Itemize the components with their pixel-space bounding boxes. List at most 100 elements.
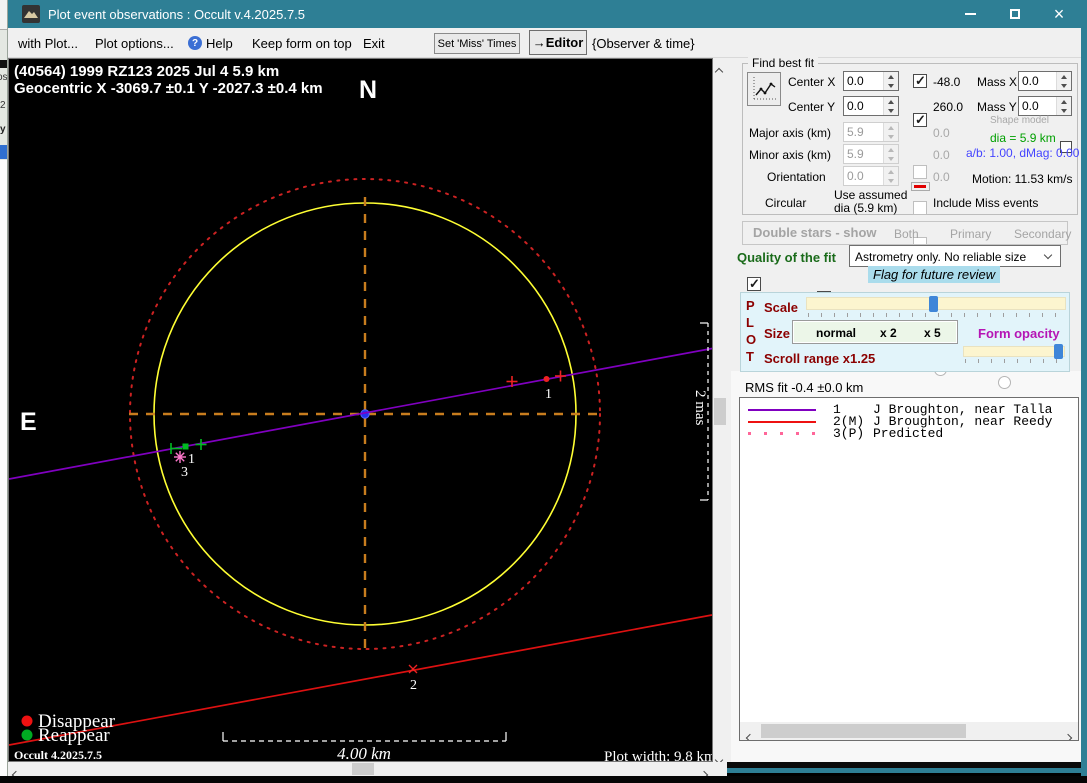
center-y-input[interactable]: 0.0 <box>843 96 899 116</box>
titlebar: Plot event observations : Occult v.4.202… <box>8 0 1087 28</box>
red-line-icon <box>914 185 926 188</box>
spin-up-icon[interactable] <box>1057 72 1071 81</box>
plot-width-label: Plot width: 9.8 km <box>604 749 712 761</box>
close-button[interactable]: × <box>1041 0 1077 28</box>
mas-scale-label: 2 mas <box>692 390 708 426</box>
offset-x-value: -48.0 <box>933 75 960 89</box>
observations-listbox[interactable]: 1 J Broughton, near Talla 2(M) J Brought… <box>739 397 1079 741</box>
horizontal-scroll-thumb[interactable] <box>352 763 374 775</box>
chevron-right-icon <box>1064 734 1072 741</box>
mass-x-input[interactable]: 0.0 <box>1018 71 1072 91</box>
motion-text: Motion: 11.53 km/s <box>972 172 1073 186</box>
circular-checkbox[interactable] <box>747 277 761 291</box>
plot-vertical-scrollbar[interactable] <box>713 58 727 762</box>
flag-review-label: Flag for future review <box>868 266 1000 283</box>
spin-up-icon[interactable] <box>884 72 898 81</box>
offset-y-checkbox[interactable] <box>913 113 927 127</box>
background-window-fragment: y <box>0 124 6 135</box>
spin-down-icon[interactable] <box>1057 106 1071 115</box>
center-x-input[interactable]: 0.0 <box>843 71 899 91</box>
form-opacity-label: Form opacity <box>978 326 1060 341</box>
size-x5-label: x 5 <box>924 326 941 340</box>
form-opacity-slider[interactable] <box>963 346 1065 357</box>
disappear-legend-dot <box>22 716 33 727</box>
size-normal-label: normal <box>816 326 856 340</box>
plot-title-line1: (40564) 1999 RZ123 2025 Jul 4 5.9 km <box>14 63 279 80</box>
background-window-fragment <box>0 145 8 159</box>
scroll-range-label: Scroll range x1.25 <box>764 351 875 366</box>
menu-keep-form-on-top[interactable]: Keep form on top <box>252 36 352 51</box>
plot-vertical-label: PLOT <box>746 297 757 365</box>
window-right-border <box>1081 0 1087 776</box>
plot-area[interactable]: 1 3 1 2 (40564) 1999 RZ123 2025 Jul 4 5.… <box>8 58 713 762</box>
circular-label: Circular <box>765 196 806 210</box>
menu-exit[interactable]: Exit <box>363 36 385 51</box>
quality-dropdown-value: Astrometry only. No reliable size <box>855 250 1026 264</box>
predicted-point-marker <box>174 451 186 463</box>
offset-y-value: 260.0 <box>933 100 963 114</box>
double-stars-both-label: Both <box>894 227 919 241</box>
reappear-legend-label: Reappear <box>38 725 110 746</box>
set-miss-times-button[interactable]: Set 'Miss' Times <box>434 33 520 54</box>
chord1-line <box>9 349 712 480</box>
minor-axis-err-value: 0.0 <box>933 148 950 162</box>
spin-up-icon[interactable] <box>884 97 898 106</box>
observer-time-label: {Observer & time} <box>592 36 695 51</box>
dia-text: dia = 5.9 km <box>990 131 1056 145</box>
menu-help[interactable]: Help <box>206 36 233 51</box>
minimize-button[interactable] <box>952 0 988 28</box>
spin-down-icon[interactable] <box>1057 81 1071 90</box>
scale-bar-label: 4.00 km <box>337 744 391 761</box>
vertical-scroll-thumb[interactable] <box>714 398 726 425</box>
close-icon: × <box>1054 4 1065 25</box>
menu-plot-options[interactable]: Plot options... <box>95 36 174 51</box>
scroll-left-button[interactable] <box>747 728 753 741</box>
observation-row[interactable]: 3(P) <box>833 426 877 441</box>
scroll-right-button[interactable] <box>1065 728 1071 741</box>
plot-canvas[interactable]: 1 3 1 2 (40564) 1999 RZ123 2025 Jul 4 5.… <box>9 59 712 761</box>
form-opacity-slider-thumb[interactable] <box>1054 344 1063 359</box>
background-window-sliver: os 2 y <box>0 0 8 783</box>
chord1-green-label: 1 <box>188 452 195 467</box>
mass-y-label: Mass Y <box>977 100 1017 114</box>
north-label: N <box>359 76 377 104</box>
listbox-horizontal-scrollbar[interactable] <box>740 722 1078 740</box>
scale-slider-thumb[interactable] <box>929 296 938 312</box>
form-opacity-slider-ticks <box>965 359 1063 363</box>
orientation-label: Orientation <box>767 170 826 184</box>
fit-chart-icon <box>750 75 778 103</box>
minimize-icon <box>965 13 976 15</box>
background-window-fragment: os <box>0 72 8 83</box>
maximize-icon <box>1010 9 1020 19</box>
maximize-button[interactable] <box>997 0 1033 28</box>
spin-down-icon[interactable] <box>884 81 898 90</box>
chord2-line-sample <box>748 421 816 423</box>
spin-up-icon[interactable] <box>1057 97 1071 106</box>
listbox-scroll-thumb[interactable] <box>761 724 966 738</box>
chevron-up-icon <box>715 68 723 76</box>
major-axis-err-value: 0.0 <box>933 126 950 140</box>
scroll-up-button[interactable] <box>716 62 722 80</box>
background-window-fragment <box>0 0 8 30</box>
fit-chart-button[interactable] <box>747 72 781 106</box>
rms-fit-text: RMS fit -0.4 ±0.0 km <box>745 380 863 395</box>
plot-horizontal-scrollbar[interactable] <box>8 762 713 776</box>
predicted-line-sample <box>748 432 818 435</box>
mass-y-input[interactable]: 0.0 <box>1018 96 1072 116</box>
chevron-left-icon <box>746 734 754 741</box>
observation-desc[interactable]: Predicted <box>873 426 943 441</box>
offset-x-checkbox[interactable] <box>913 74 927 88</box>
shape-model-label: Shape model <box>990 115 1049 126</box>
spin-down-icon[interactable] <box>884 106 898 115</box>
editor-button[interactable]: →Editor <box>529 30 587 55</box>
center-y-label: Center Y <box>788 100 835 114</box>
double-stars-secondary-radio <box>998 376 1011 389</box>
predicted-label: 3 <box>181 465 188 480</box>
bottom-strip <box>0 776 1087 783</box>
menu-with-plot[interactable]: with Plot... <box>18 36 78 51</box>
quality-dropdown[interactable]: Astrometry only. No reliable size <box>849 245 1061 267</box>
menubar: with Plot... Plot options... ? Help Keep… <box>8 28 1087 58</box>
chord2-label: 2 <box>410 678 417 693</box>
mass-x-label: Mass X <box>977 75 1017 89</box>
chord1-line-sample <box>748 409 816 411</box>
